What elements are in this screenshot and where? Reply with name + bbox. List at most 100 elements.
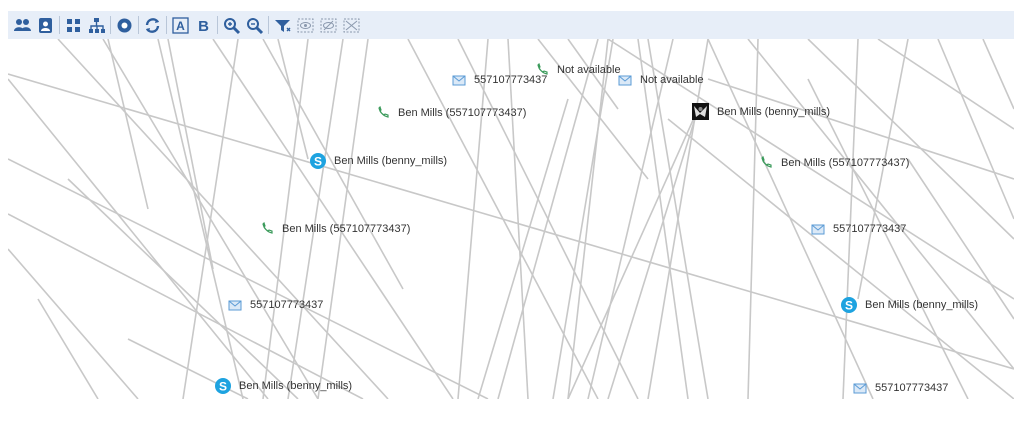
graph-edge [807,78,969,399]
node-label: Ben Mills (557107773437) [781,156,910,169]
graph-edge [317,39,369,399]
svg-text:A: A [176,19,185,33]
node-label: Not available [557,63,621,76]
graph-edge [457,39,489,399]
graph-node-user-ben-mills[interactable]: Ben Mills (benny_mills) [692,103,830,120]
sms-icon [228,300,242,311]
node-label: Ben Mills (benny_mills) [239,380,353,392]
graph-node-phone-ben-mills[interactable]: Ben Mills (557107773437) [760,156,909,169]
text-label-button[interactable]: A [170,15,190,35]
hide-all-icon [343,18,359,32]
phone-icon [536,63,549,76]
graph-edge [167,39,214,270]
node-label: Ben Mills (benny_mills) [717,105,831,118]
group-icon [13,18,31,31]
hide-selected-icon [320,18,336,32]
sms-icon [853,383,867,394]
contact-card-icon [38,17,52,33]
svg-text:S: S [219,380,227,394]
graph-edge [587,39,674,399]
graph-node-phone-ben-mills[interactable]: Ben Mills (557107773437) [377,106,526,119]
graph-toolbar: AB [8,11,1014,39]
hierarchy-layout-button[interactable] [86,15,106,35]
toolbar-separator [138,16,139,34]
graph-edge [277,39,309,160]
skype-icon: S [215,378,231,394]
bold-text-button[interactable]: B [193,15,213,35]
filter-icon [274,19,290,32]
node-label: 557107773437 [250,299,324,311]
graph-edge [8,158,489,399]
graph-edge [637,39,689,399]
graph-edge [107,39,149,210]
graph-edge [37,298,99,399]
toolbar-separator [166,16,167,34]
user-avatar-icon [692,103,709,120]
graph-node-sms-number[interactable]: 557107773437 [811,223,906,235]
hide-selected-button[interactable] [318,15,338,35]
graph-node-sms-number[interactable]: 557107773437 [853,382,948,394]
svg-text:S: S [314,155,322,169]
graph-edge [807,39,1014,240]
node-label: Ben Mills (benny_mills) [334,155,448,167]
grid-layout-icon [66,18,80,32]
show-all-icon [297,18,313,32]
link-analysis-canvas[interactable]: 557107773437 Not available Not available… [8,39,1014,399]
zoom-in-button[interactable] [221,15,241,35]
group-button[interactable] [12,15,32,35]
node-label: Not available [640,74,704,86]
refresh-layout-button[interactable] [142,15,162,35]
graph-edge [212,39,454,399]
node-label: Ben Mills (benny_mills) [865,299,979,311]
bold-text-icon: B [198,18,209,35]
graph-edges [8,39,1014,399]
toolbar-separator [110,16,111,34]
graph-node-phone-unavailable[interactable]: Not available [536,63,621,76]
phone-icon [760,156,773,169]
graph-node-skype-ben-mills[interactable]: S Ben Mills (benny_mills) [310,153,447,169]
graph-edge [507,39,529,399]
grid-layout-button[interactable] [63,15,83,35]
node-label: Ben Mills (557107773437) [282,222,411,235]
show-all-button[interactable] [295,15,315,35]
refresh-layout-icon [145,17,159,33]
node-label: 557107773437 [875,382,949,394]
graph-edge [57,39,389,399]
skype-icon: S [841,297,857,313]
graph-node-sms-number[interactable]: 557107773437 [228,299,323,311]
graph-edge [842,39,859,399]
sms-icon [452,75,466,86]
graph-node-sms-number[interactable]: 557107773437 [452,74,547,86]
node-label: 557107773437 [833,223,907,235]
zoom-out-icon [246,17,263,34]
zoom-out-button[interactable] [244,15,264,35]
graph-edge [567,108,699,399]
zoom-in-icon [223,17,240,34]
graph-node-phone-ben-mills[interactable]: Ben Mills (557107773437) [261,222,410,235]
phone-icon [261,222,274,235]
circle-layout-button[interactable] [114,15,134,35]
hierarchy-layout-icon [88,17,105,33]
circle-layout-icon [117,18,131,32]
skype-icon: S [310,153,326,169]
graph-edge [877,39,1014,130]
phone-icon [377,106,390,119]
graph-edge [747,39,1014,370]
graph-node-skype-ben-mills[interactable]: S Ben Mills (benny_mills) [841,297,978,313]
toolbar-separator [217,16,218,34]
graph-edge [287,39,344,399]
sms-icon [618,75,632,86]
contact-card-button[interactable] [35,15,55,35]
toolbar-separator [268,16,269,34]
graph-edge [477,98,569,399]
graph-edge [982,39,1014,110]
node-label: Ben Mills (557107773437) [398,106,527,119]
graph-edge [857,39,909,300]
svg-text:S: S [845,299,853,313]
text-label-icon: A [171,16,189,34]
graph-edge [937,39,1014,220]
graph-node-skype-ben-mills[interactable]: S Ben Mills (benny_mills) [215,378,352,394]
hide-all-button[interactable] [341,15,361,35]
graph-node-sms-unavailable[interactable]: Not available [618,74,704,86]
filter-button[interactable] [272,15,292,35]
